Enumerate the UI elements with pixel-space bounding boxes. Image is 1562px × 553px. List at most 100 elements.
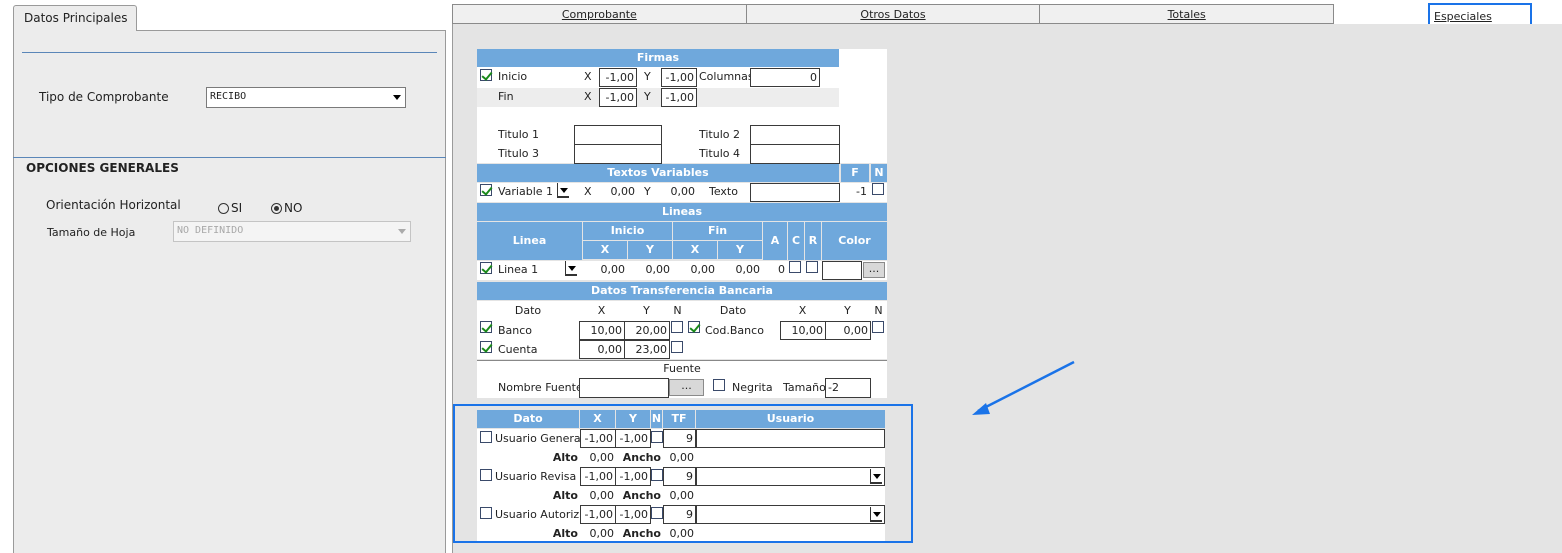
linea-inicio-y[interactable]: 0,00 xyxy=(628,263,672,276)
linea-inicio-x[interactable]: 0,00 xyxy=(583,263,627,276)
chevron-down-icon[interactable] xyxy=(870,507,882,522)
usuario-y-input[interactable]: -1,00 xyxy=(615,429,651,448)
ancho-value[interactable]: 0,00 xyxy=(663,489,696,502)
linea-checkbox[interactable] xyxy=(480,262,492,274)
usuario-x-input[interactable]: -1,00 xyxy=(580,505,616,524)
textos-n-checkbox[interactable] xyxy=(872,183,884,195)
tamano-hoja-label: Tamaño de Hoja xyxy=(47,226,136,239)
cuenta-checkbox[interactable] xyxy=(480,341,492,353)
titulo2-input[interactable] xyxy=(750,125,840,145)
usuario-x-input[interactable]: -1,00 xyxy=(580,429,616,448)
cod-banco-n-checkbox[interactable] xyxy=(872,321,884,333)
usuario-y-input[interactable]: -1,00 xyxy=(615,505,651,524)
ancho-value[interactable]: 0,00 xyxy=(663,451,696,464)
usuario-x-input[interactable]: -1,00 xyxy=(580,467,616,486)
cuenta-n-checkbox[interactable] xyxy=(671,341,683,353)
negrita-label: Negrita xyxy=(732,381,773,394)
divider xyxy=(13,157,446,158)
tipo-comprobante-select[interactable]: RECIBO xyxy=(206,87,406,108)
chevron-down-icon[interactable] xyxy=(565,261,577,276)
arrow-head xyxy=(972,403,990,415)
linea-color-input[interactable] xyxy=(822,261,862,280)
cod-banco-checkbox[interactable] xyxy=(688,321,700,333)
lineas-col-r: R xyxy=(805,222,821,260)
usuario-tf-input[interactable]: 9 xyxy=(663,505,696,524)
tab-otros-datos[interactable]: Otros Datos xyxy=(745,4,1040,24)
alto-value[interactable]: 0,00 xyxy=(580,489,616,502)
columnas-input[interactable]: 0 xyxy=(750,68,820,87)
alto-value[interactable]: 0,00 xyxy=(580,451,616,464)
textos-x-input[interactable]: 0,00 xyxy=(599,185,637,198)
fuente-button[interactable]: ... xyxy=(669,379,704,396)
opciones-generales-title: OPCIONES GENERALES xyxy=(26,161,179,175)
usuario-select[interactable] xyxy=(696,467,885,486)
radio-si[interactable]: SI xyxy=(218,201,242,215)
datos-principales-panel xyxy=(13,30,446,553)
usuario-checkbox[interactable] xyxy=(480,469,492,481)
alto-value[interactable]: 0,00 xyxy=(580,527,616,540)
tab-datos-principales[interactable]: Datos Principales xyxy=(13,5,137,31)
linea-fin-y[interactable]: 0,00 xyxy=(718,263,762,276)
linea-color-button[interactable]: ... xyxy=(863,262,885,278)
textos-f-value[interactable]: -1 xyxy=(841,185,869,198)
usuario-checkbox[interactable] xyxy=(480,431,492,443)
titulo4-input[interactable] xyxy=(750,144,840,164)
texto-input[interactable] xyxy=(750,183,840,202)
chevron-down-icon xyxy=(393,95,401,100)
inicio-x-input[interactable]: -1,00 xyxy=(599,68,637,87)
radio-no[interactable]: NO xyxy=(271,201,302,215)
ancho-label: Ancho xyxy=(616,451,663,464)
usuario-tf-input[interactable]: 9 xyxy=(663,467,696,486)
inicio-checkbox[interactable] xyxy=(480,69,492,81)
banco-x-input[interactable]: 10,00 xyxy=(579,321,625,340)
tab-bar: Comprobante Otros Datos Totales xyxy=(452,4,1335,24)
textos-y-input[interactable]: 0,00 xyxy=(661,185,697,198)
variable-select[interactable]: Variable 1 xyxy=(498,185,554,198)
chevron-down-icon[interactable] xyxy=(557,183,569,198)
fin-y-input[interactable]: -1,00 xyxy=(661,88,697,107)
linea-fin-x[interactable]: 0,00 xyxy=(673,263,717,276)
fin-row xyxy=(477,88,839,107)
tamano-hoja-select[interactable]: NO DEFINIDO xyxy=(173,221,411,242)
usuario-n-checkbox[interactable] xyxy=(651,469,663,481)
cuenta-y-input[interactable]: 23,00 xyxy=(624,340,670,359)
titulo1-input[interactable] xyxy=(574,125,662,145)
lineas-inicio-y: Y xyxy=(628,241,672,259)
usuario-n-checkbox[interactable] xyxy=(651,507,663,519)
usuario-select[interactable] xyxy=(696,429,885,448)
usuario-n-checkbox[interactable] xyxy=(651,431,663,443)
tamano-input[interactable]: -2 xyxy=(825,378,871,398)
cod-banco-y-input[interactable]: 0,00 xyxy=(825,321,871,340)
chevron-down-icon xyxy=(398,229,406,234)
alto-label: Alto xyxy=(537,527,580,540)
fin-x-input[interactable]: -1,00 xyxy=(599,88,637,107)
banco-y-input[interactable]: 20,00 xyxy=(624,321,670,340)
nombre-fuente-input[interactable] xyxy=(579,378,669,398)
linea-r-checkbox[interactable] xyxy=(806,261,818,273)
usuario-tf-input[interactable]: 9 xyxy=(663,429,696,448)
linea-select[interactable]: Linea 1 xyxy=(498,263,539,276)
banco-n-checkbox[interactable] xyxy=(671,321,683,333)
titulo3-input[interactable] xyxy=(574,144,662,164)
lineas-fin-y: Y xyxy=(718,241,762,259)
radio-no-label: NO xyxy=(284,201,303,215)
ancho-value[interactable]: 0,00 xyxy=(663,527,696,540)
fin-label: Fin xyxy=(498,90,514,103)
alto-label: Alto xyxy=(537,451,580,464)
tab-comprobante[interactable]: Comprobante xyxy=(452,4,746,24)
linea-a-value[interactable]: 0 xyxy=(763,263,787,276)
cod-banco-x-input[interactable]: 10,00 xyxy=(780,321,826,340)
tab-totales[interactable]: Totales xyxy=(1039,4,1335,24)
usuario-select[interactable] xyxy=(696,505,885,524)
inicio-y-input[interactable]: -1,00 xyxy=(661,68,697,87)
linea-c-checkbox[interactable] xyxy=(789,261,801,273)
banco-checkbox[interactable] xyxy=(480,321,492,333)
usuario-y-input[interactable]: -1,00 xyxy=(615,467,651,486)
negrita-checkbox[interactable] xyxy=(713,379,725,391)
cuenta-x-input[interactable]: 0,00 xyxy=(579,340,625,359)
chevron-down-icon[interactable] xyxy=(870,469,882,484)
variable-checkbox[interactable] xyxy=(480,184,492,196)
usuario-checkbox[interactable] xyxy=(480,507,492,519)
right-pane: Comprobante Otros Datos Totales Especial… xyxy=(446,0,1562,553)
cuenta-label: Cuenta xyxy=(498,343,538,356)
